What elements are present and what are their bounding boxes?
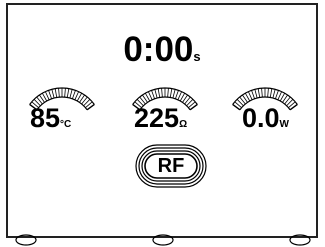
device-display: 0:00s 85°C 225Ω 0.0W RF <box>6 3 318 246</box>
center-softkey[interactable] <box>151 233 175 247</box>
power-readout: 0.0W <box>242 105 289 132</box>
temperature-readout: 85°C <box>30 105 71 132</box>
timer-readout: 0:00s <box>8 32 316 67</box>
rf-button[interactable]: RF <box>134 143 208 189</box>
impedance-readout: 225Ω <box>134 105 187 132</box>
timer-unit: s <box>193 49 201 64</box>
temperature-unit: °C <box>60 119 72 130</box>
right-softkey[interactable] <box>288 233 312 247</box>
timer-value: 0:00 <box>123 30 194 69</box>
temperature-value: 85 <box>30 103 61 133</box>
left-softkey[interactable] <box>14 233 38 247</box>
rf-button-label: RF <box>157 155 185 177</box>
impedance-value: 225 <box>134 103 180 133</box>
power-unit: W <box>279 119 289 130</box>
power-value: 0.0 <box>242 103 280 133</box>
impedance-unit: Ω <box>179 119 188 130</box>
